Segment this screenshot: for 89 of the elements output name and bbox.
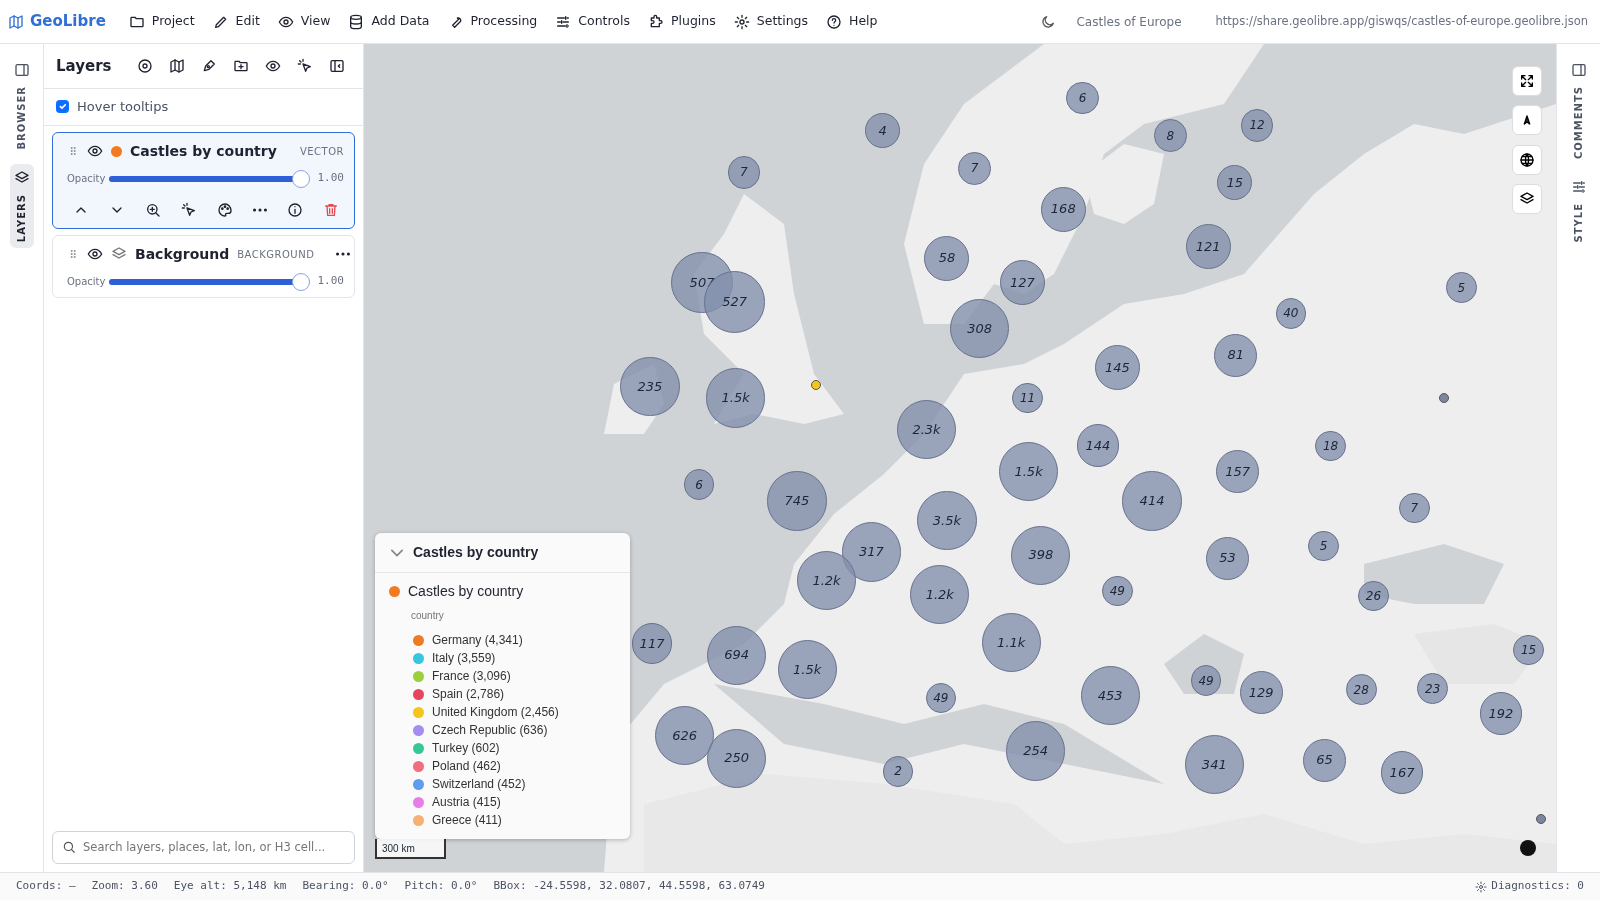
- legend-field: country: [411, 608, 616, 623]
- cursor-click-icon: [181, 201, 197, 218]
- menu-item[interactable]: Processing: [440, 8, 545, 35]
- checkbox-label: Hover tooltips: [77, 98, 169, 116]
- point-marker[interactable]: [811, 379, 822, 390]
- layer-card[interactable]: Background BACKGROUND Opacity 1.00: [52, 234, 355, 298]
- opacity-value: 1.00: [317, 170, 344, 187]
- legend-entry: Austria (415): [432, 794, 501, 811]
- legend-entry: Spain (2,786): [432, 686, 505, 703]
- search-icon: [62, 839, 76, 854]
- menu-item[interactable]: Settings: [726, 8, 816, 35]
- slider-thumb[interactable]: [291, 272, 310, 291]
- globe-icon: [1519, 152, 1535, 168]
- sliders-icon: [1570, 178, 1587, 195]
- menu-item[interactable]: Help: [819, 8, 885, 35]
- menu-item[interactable]: Plugins: [640, 8, 723, 35]
- map-control-button[interactable]: [1512, 145, 1542, 175]
- opacity-value: 1.00: [317, 273, 344, 290]
- legend-entry: Poland (462): [432, 758, 501, 775]
- status-item: Zoom: 3.60: [91, 878, 158, 895]
- scale-bar: 300 km: [375, 839, 446, 859]
- info-icon: [287, 201, 303, 218]
- more-icon: [253, 207, 267, 212]
- status-item: Pitch: 0.0°: [404, 878, 478, 895]
- sidebar-tab[interactable]: STYLE: [1566, 172, 1591, 249]
- menu-item[interactable]: Project: [121, 8, 202, 35]
- database-icon: [348, 13, 365, 30]
- status-item: Bearing: 0.0°: [302, 878, 389, 895]
- legend-entry: France (3,096): [432, 668, 511, 685]
- map-control-button[interactable]: [1512, 66, 1542, 96]
- target-icon: [137, 58, 153, 74]
- more-icon: [336, 252, 351, 256]
- panel-icon: [1570, 62, 1587, 78]
- legend-entry: Switzerland (452): [432, 776, 526, 793]
- layer-type: BACKGROUND: [237, 247, 315, 262]
- folder-plus-icon: [233, 58, 249, 74]
- layer-name: Background: [135, 244, 230, 264]
- point-marker[interactable]: [1438, 392, 1449, 403]
- legend-entry: Germany (4,341): [432, 632, 523, 649]
- project-title: Castles of Europe: [1076, 13, 1182, 31]
- app-logo[interactable]: GeoLibre: [30, 10, 106, 33]
- moon-icon: [1040, 13, 1057, 30]
- menu-item[interactable]: Add Data: [341, 8, 437, 35]
- panel-title: Layers: [56, 57, 113, 75]
- map-icon: [8, 13, 24, 30]
- legend-entry: United Kingdom (2,456): [432, 704, 559, 721]
- menu-item[interactable]: View: [270, 8, 338, 35]
- legend-entry: Turkey (602): [432, 740, 500, 757]
- sidebar-tab[interactable]: LAYERS: [9, 163, 34, 248]
- menu-item[interactable]: Edit: [205, 8, 267, 35]
- layer-type: VECTOR: [299, 144, 344, 159]
- legend-entry: Czech Republic (636): [432, 722, 548, 739]
- map-control-button[interactable]: [1512, 105, 1542, 135]
- status-item: BBox: -24.5598, 32.0807, 44.5598, 63.0749: [493, 878, 765, 895]
- search-field[interactable]: Search layers, places, lat, lon, or H3 cell...: [52, 830, 355, 864]
- settings-icon: [733, 13, 750, 30]
- zoom-in-icon: [145, 201, 161, 218]
- legend-title: Castles by country: [413, 543, 539, 562]
- share-url[interactable]: https://share.geolibre.app/giswqs/castles-of-europe.geolibre.json: [1215, 12, 1588, 31]
- trash-icon: [323, 201, 339, 218]
- sliders-icon: [555, 13, 572, 30]
- hover-tooltips-checkbox[interactable]: [56, 100, 69, 114]
- eye-icon: [265, 58, 281, 74]
- legend-entry: Greece (411): [432, 812, 502, 829]
- point-marker[interactable]: [1535, 814, 1546, 825]
- collapse-panel-icon: [329, 58, 345, 74]
- opacity-slider[interactable]: [109, 272, 310, 291]
- status-item: Coords: —: [16, 878, 76, 895]
- help-icon: [826, 13, 843, 30]
- opacity-label: Opacity: [67, 172, 106, 186]
- opacity-slider[interactable]: [109, 169, 310, 188]
- cursor-click-icon: [297, 58, 313, 74]
- legend-layer-name: Castles by country: [408, 582, 524, 601]
- layer-name: Castles by country: [130, 141, 278, 161]
- palette-icon: [217, 201, 233, 218]
- layer-card[interactable]: Castles by country VECTOR Opacity 1.00: [52, 131, 355, 229]
- map-control-button[interactable]: [1512, 184, 1542, 214]
- legend-entry: Italy (3,559): [432, 650, 496, 667]
- sidebar-tab[interactable]: COMMENTS: [1566, 56, 1591, 165]
- sidebar-tab[interactable]: BROWSER: [9, 56, 34, 156]
- fullscreen-icon: [1519, 73, 1535, 89]
- map-icon: [169, 58, 185, 74]
- pen-icon: [201, 58, 217, 74]
- menu-item[interactable]: Controls: [548, 8, 637, 35]
- diagnostics-status[interactable]: Diagnostics: 0: [1491, 878, 1584, 895]
- status-item: Eye alt: 5,148 km: [173, 878, 287, 895]
- slider-thumb[interactable]: [291, 169, 310, 188]
- panel-icon: [13, 62, 30, 78]
- opacity-label: Opacity: [67, 275, 106, 289]
